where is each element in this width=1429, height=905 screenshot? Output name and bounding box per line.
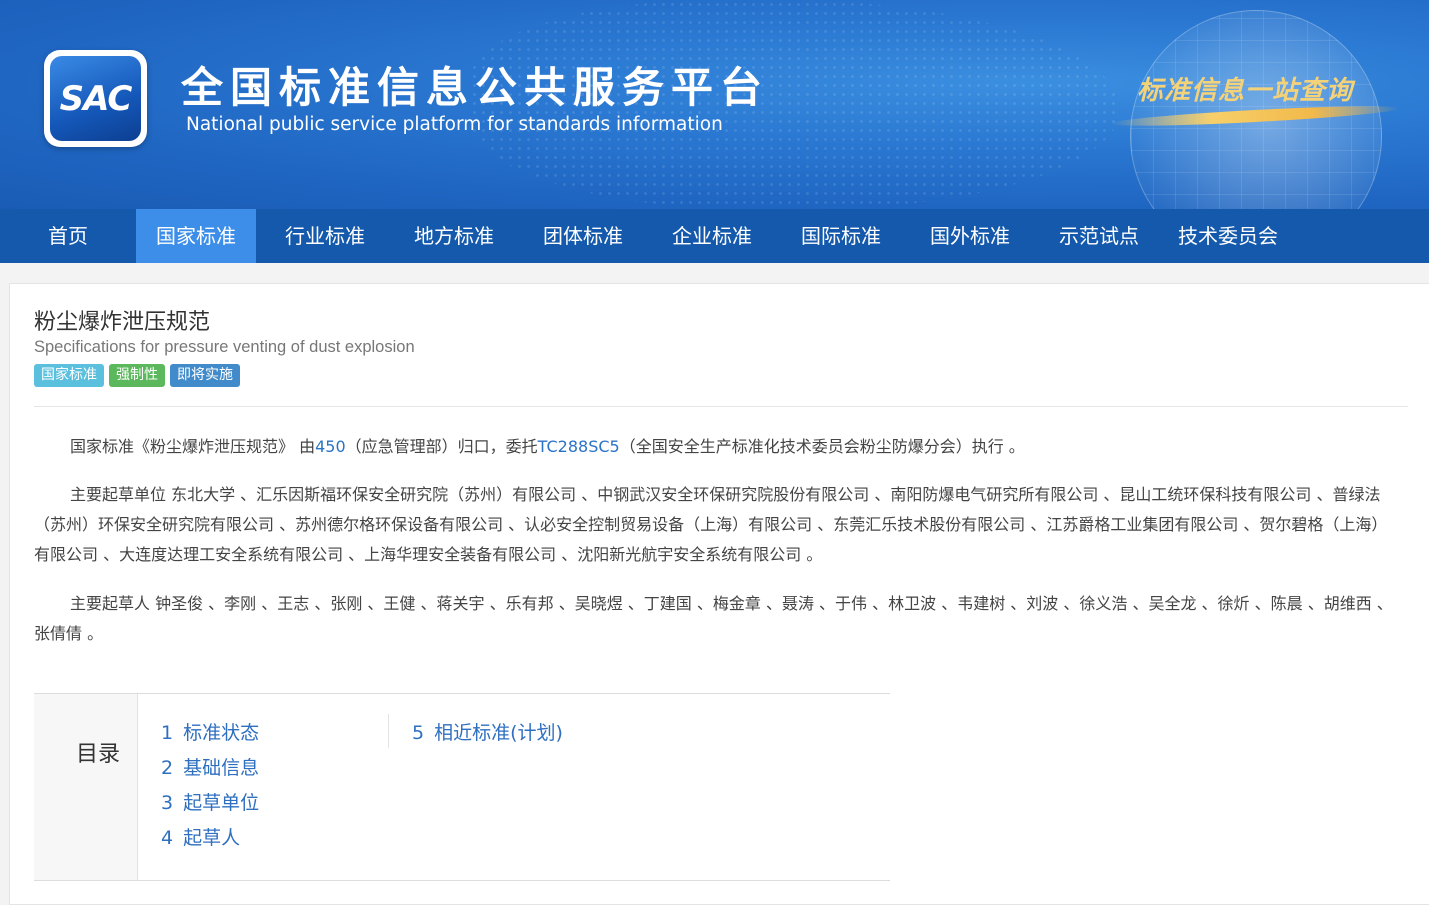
p1-suffix: （全国安全生产标准化技术委员会粉尘防爆分会）执行 。	[619, 437, 1025, 456]
committee-code-link[interactable]: 450	[315, 437, 346, 456]
toc-item-drafting-units[interactable]: 3 起草单位	[161, 788, 259, 815]
description-paragraph-drafters: 主要起草人 钟圣俊 、李刚 、王志 、张刚 、王健 、蒋关宇 、乐有邦 、吴晓煜…	[34, 594, 1393, 643]
toc-label-panel: 目录	[34, 694, 138, 880]
toc-item-drafters[interactable]: 4 起草人	[161, 823, 240, 850]
site-subtitle: National public service platform for sta…	[186, 114, 723, 135]
nav-item-group-standards[interactable]: 团体标准	[514, 209, 652, 263]
nav-item-foreign-standards[interactable]: 国外标准	[910, 209, 1030, 263]
toc-item-standard-status[interactable]: 1 标准状态	[161, 718, 259, 745]
toc-item-number: 5	[412, 722, 425, 744]
main-nav: 首页 国家标准 行业标准 地方标准 团体标准 企业标准 国际标准 国外标准 示范…	[0, 209, 1429, 263]
badge-national-standard: 国家标准	[34, 364, 104, 387]
nav-item-international-standards[interactable]: 国际标准	[772, 209, 910, 263]
sac-logo[interactable]: SAC	[44, 50, 147, 147]
standard-title-cn: 粉尘爆炸泄压规范	[34, 310, 211, 335]
slogan: 标准信息一站查询	[1137, 76, 1354, 106]
badge-mandatory: 强制性	[109, 364, 165, 387]
toc-item-similar-standards[interactable]: 5 相近标准(计划)	[412, 718, 563, 745]
nav-item-tech-committees[interactable]: 技术委员会	[1168, 209, 1288, 263]
sac-logo-inner: SAC	[50, 56, 141, 141]
divider	[34, 406, 1408, 407]
status-badges: 国家标准 强制性 即将实施	[34, 364, 240, 387]
toc-item-number: 1	[161, 722, 174, 744]
p1-mid: （应急管理部）归口，委托	[345, 437, 538, 456]
toc-item-number: 4	[161, 827, 174, 849]
nav-item-national-standards[interactable]: 国家标准	[136, 209, 256, 263]
table-of-contents: 目录 1 标准状态 2 基础信息 3 起草单位 4 起草人 5 相近标准(计划)	[34, 693, 890, 881]
toc-item-basic-info[interactable]: 2 基础信息	[161, 753, 259, 780]
badge-upcoming: 即将实施	[170, 364, 240, 387]
header-banner: SAC 全国标准信息公共服务平台 National public service…	[0, 0, 1429, 209]
toc-item-number: 2	[161, 757, 174, 779]
logo-text: SAC	[59, 78, 133, 119]
nav-item-home[interactable]: 首页	[0, 209, 136, 263]
description-paragraph-committee: 国家标准《粉尘爆炸泄压规范》 由450（应急管理部）归口，委托TC288SC5（…	[34, 432, 1396, 462]
toc-item-label: 标准状态	[183, 722, 260, 744]
nav-item-local-standards[interactable]: 地方标准	[394, 209, 514, 263]
standard-detail-card: 粉尘爆炸泄压规范 Specifications for pressure ven…	[9, 283, 1429, 905]
nav-item-demo-pilots[interactable]: 示范试点	[1030, 209, 1168, 263]
page-scrollbar[interactable]	[1423, 300, 1429, 666]
toc-item-label: 相近标准(计划)	[434, 722, 563, 744]
nav-item-enterprise-standards[interactable]: 企业标准	[652, 209, 772, 263]
toc-item-label: 起草单位	[183, 792, 260, 814]
standard-title-en: Specifications for pressure venting of d…	[34, 338, 415, 356]
site-title: 全国标准信息公共服务平台	[181, 63, 770, 112]
toc-item-label: 起草人	[183, 827, 241, 849]
description-paragraph-drafting-units: 主要起草单位 东北大学 、汇乐因斯福环保安全研究院（苏州）有限公司 、中钢武汉安…	[34, 485, 1388, 564]
nav-item-industry-standards[interactable]: 行业标准	[256, 209, 394, 263]
toc-item-label: 基础信息	[183, 757, 260, 779]
toc-item-number: 3	[161, 792, 174, 814]
toc-label: 目录	[76, 742, 121, 767]
p1-prefix: 国家标准《粉尘爆炸泄压规范》 由	[70, 437, 316, 456]
tc-code-link[interactable]: TC288SC5	[538, 437, 620, 456]
toc-column-separator	[388, 714, 389, 748]
